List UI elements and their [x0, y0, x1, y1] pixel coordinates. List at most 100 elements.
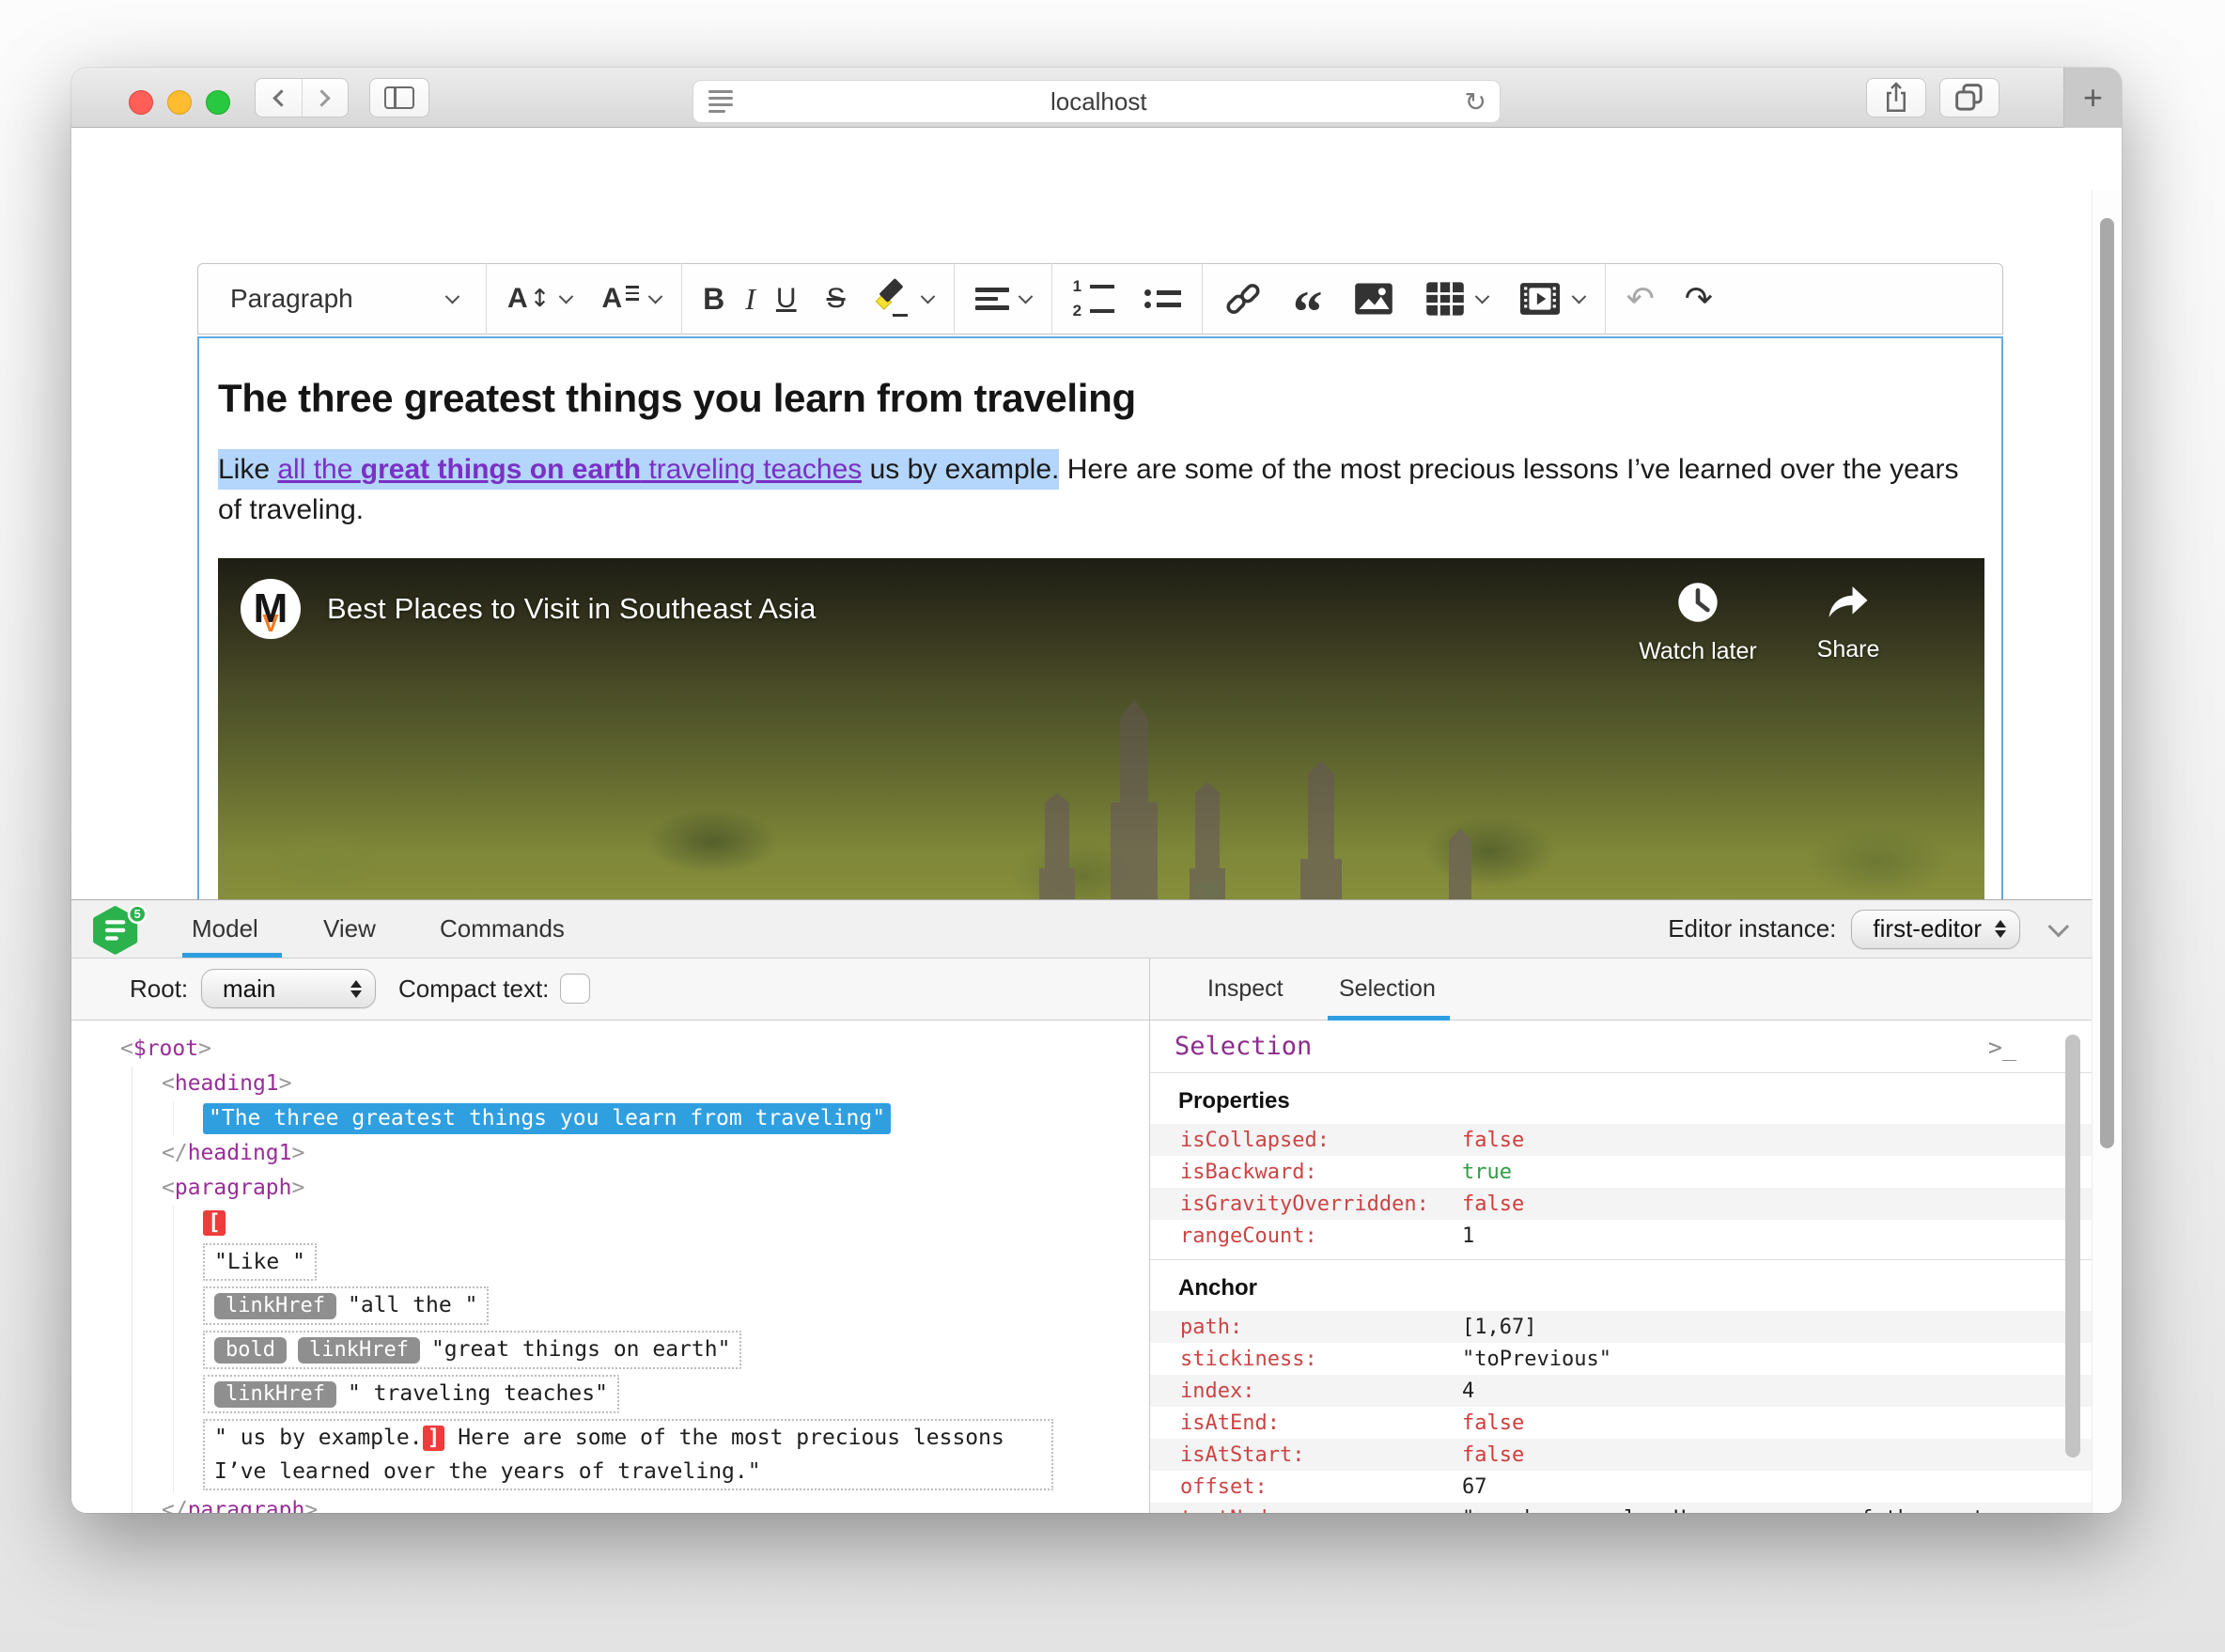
tree-token-txt: "great things on earth" — [430, 1337, 731, 1362]
property-key: stickiness: — [1180, 1347, 1317, 1371]
bold-button[interactable]: B — [688, 273, 739, 325]
numbered-list-button[interactable]: 1 2 — [1058, 273, 1129, 325]
highlight-dropdown[interactable] — [861, 273, 948, 325]
back-button[interactable] — [256, 79, 302, 117]
tab-model[interactable]: Model — [192, 900, 258, 958]
editor-paragraph[interactable]: Like all the great things on earth trave… — [218, 449, 1983, 530]
tree-token-p: < — [162, 1071, 175, 1096]
tree-token-p: > — [291, 1176, 305, 1200]
tree-node-line[interactable]: " us by example.] Here are some of the m… — [71, 1416, 1149, 1493]
tree-token-mark: ] — [422, 1426, 445, 1451]
tab-inspect[interactable]: Inspect — [1207, 958, 1284, 1020]
font-size-icon: A — [507, 283, 528, 314]
tree-node-line[interactable]: "The three greatest things you learn fro… — [71, 1101, 1149, 1136]
document-heading[interactable]: The three greatest things you learn from… — [218, 376, 1983, 421]
reader-mode-icon[interactable] — [708, 90, 733, 113]
editor-instance-select[interactable]: first-editor — [1851, 909, 2020, 949]
chevron-down-icon — [920, 288, 935, 304]
page-scrollbar-thumb[interactable] — [2100, 218, 2114, 1148]
media-embed-dropdown[interactable] — [1502, 273, 1599, 325]
font-family-dropdown[interactable]: A — [586, 273, 676, 325]
alignment-dropdown[interactable] — [960, 273, 1046, 325]
share-button[interactable] — [1866, 78, 1926, 117]
tree-token-p: > — [198, 1036, 211, 1061]
chevron-down-icon — [1018, 288, 1033, 304]
channel-avatar[interactable]: M V — [241, 579, 301, 639]
tab-view[interactable]: View — [323, 900, 376, 958]
paragraph-link[interactable]: traveling teaches — [641, 449, 863, 490]
paragraph-style-label: Paragraph — [230, 284, 353, 313]
tree-token-badge: linkHref — [214, 1381, 336, 1408]
tree-node-line[interactable]: <paragraph> — [71, 1171, 1149, 1206]
zoom-window-button[interactable] — [206, 90, 230, 115]
tree-token-badge: linkHref — [297, 1337, 420, 1364]
tree-node-line[interactable]: linkHref " traveling teaches" — [71, 1372, 1149, 1416]
paragraph-style-dropdown[interactable]: Paragraph — [208, 273, 480, 325]
video-share-button[interactable]: Share — [1778, 581, 1919, 663]
paragraph-text: Like — [218, 449, 278, 490]
sidebar-toggle-button[interactable] — [369, 78, 429, 117]
tree-node-line[interactable]: "Like " — [71, 1240, 1149, 1284]
console-log-icon[interactable]: >_ — [1988, 1034, 2016, 1061]
tree-node-line[interactable]: <heading1> — [71, 1067, 1149, 1101]
tree-token-txt: "Like " — [214, 1250, 305, 1274]
highlight-marker-icon — [875, 277, 911, 317]
selection-detail: Properties isCollapsed: false isBackward: tr… — [1150, 1073, 2092, 1513]
block-quote-button[interactable]: “ — [1278, 282, 1338, 342]
tab-commands[interactable]: Commands — [440, 900, 565, 958]
watch-later-button[interactable]: Watch later — [1627, 581, 1768, 665]
font-size-dropdown[interactable]: A ↕ — [492, 273, 586, 325]
active-tab-indicator — [182, 953, 282, 958]
pane-scrollbar-thumb[interactable] — [2065, 1035, 2080, 1457]
root-select[interactable]: main — [201, 969, 376, 1008]
tree-token-tag: heading1 — [174, 1071, 279, 1096]
tree-node-line[interactable]: </heading1> — [71, 1136, 1149, 1171]
reload-icon[interactable]: ↻ — [1465, 86, 1486, 117]
youtube-embed[interactable]: M V Best Places to Visit in Southeast As… — [218, 558, 1984, 899]
property-key: isAtEnd: — [1180, 1410, 1280, 1435]
tree-token-txt: "all the " — [347, 1293, 478, 1317]
property-value: " us by example. Here are some of the mo… — [1462, 1507, 2092, 1514]
minimize-window-button[interactable] — [167, 90, 192, 115]
forward-button[interactable] — [301, 79, 348, 117]
tree-node-line[interactable]: </paragraph> — [71, 1493, 1149, 1513]
tree-token-badge: linkHref — [214, 1293, 336, 1319]
tree-token-p: </ — [162, 1498, 188, 1513]
property-value: false — [1462, 1128, 1525, 1152]
tree-node-line[interactable]: <$root> — [71, 1032, 1149, 1067]
collapse-inspector-icon[interactable] — [2047, 915, 2070, 937]
compact-text-checkbox[interactable] — [560, 974, 590, 1004]
new-tab-button[interactable]: + — [2063, 68, 2122, 128]
chevron-down-icon — [647, 288, 663, 304]
insert-image-button[interactable] — [1338, 273, 1409, 325]
undo-button[interactable]: ↶ — [1611, 273, 1670, 325]
tree-token-p: </ — [162, 1141, 188, 1165]
property-row: offset: 67 — [1150, 1471, 2092, 1503]
close-window-button[interactable] — [129, 90, 153, 115]
tab-overview-button[interactable] — [1939, 78, 1999, 117]
paragraph-link[interactable]: great things on earth — [360, 449, 642, 490]
video-title[interactable]: Best Places to Visit in Southeast Asia — [327, 592, 817, 626]
property-key: rangeCount: — [1180, 1223, 1317, 1248]
url-text[interactable]: localhost — [733, 87, 1465, 117]
section-header: Properties — [1178, 1088, 1290, 1114]
paragraph-link[interactable]: all the — [277, 449, 361, 490]
italic-button[interactable]: I — [739, 273, 761, 325]
tab-selection[interactable]: Selection — [1339, 958, 1436, 1020]
bulleted-list-button[interactable] — [1129, 273, 1196, 325]
underline-button[interactable]: U — [761, 273, 812, 325]
tree-node-line[interactable]: [ — [71, 1206, 1149, 1240]
property-value: false — [1462, 1192, 1525, 1216]
tree-token-txt: " traveling teaches" — [347, 1381, 608, 1406]
address-bar[interactable]: localhost ↻ — [692, 80, 1501, 123]
strikethrough-button[interactable]: S — [812, 273, 861, 325]
property-key: index: — [1180, 1379, 1255, 1403]
insert-table-dropdown[interactable] — [1409, 273, 1502, 325]
redo-button[interactable]: ↷ — [1670, 273, 1728, 325]
tree-node-line[interactable]: linkHref "all the " — [71, 1284, 1149, 1328]
tree-token-badge: bold — [214, 1337, 287, 1364]
editor-content-area[interactable]: The three greatest things you learn from… — [197, 336, 2003, 901]
link-button[interactable] — [1208, 273, 1278, 325]
property-value: true — [1462, 1160, 1512, 1184]
tree-node-line[interactable]: bold linkHref "great things on earth" — [71, 1328, 1149, 1372]
